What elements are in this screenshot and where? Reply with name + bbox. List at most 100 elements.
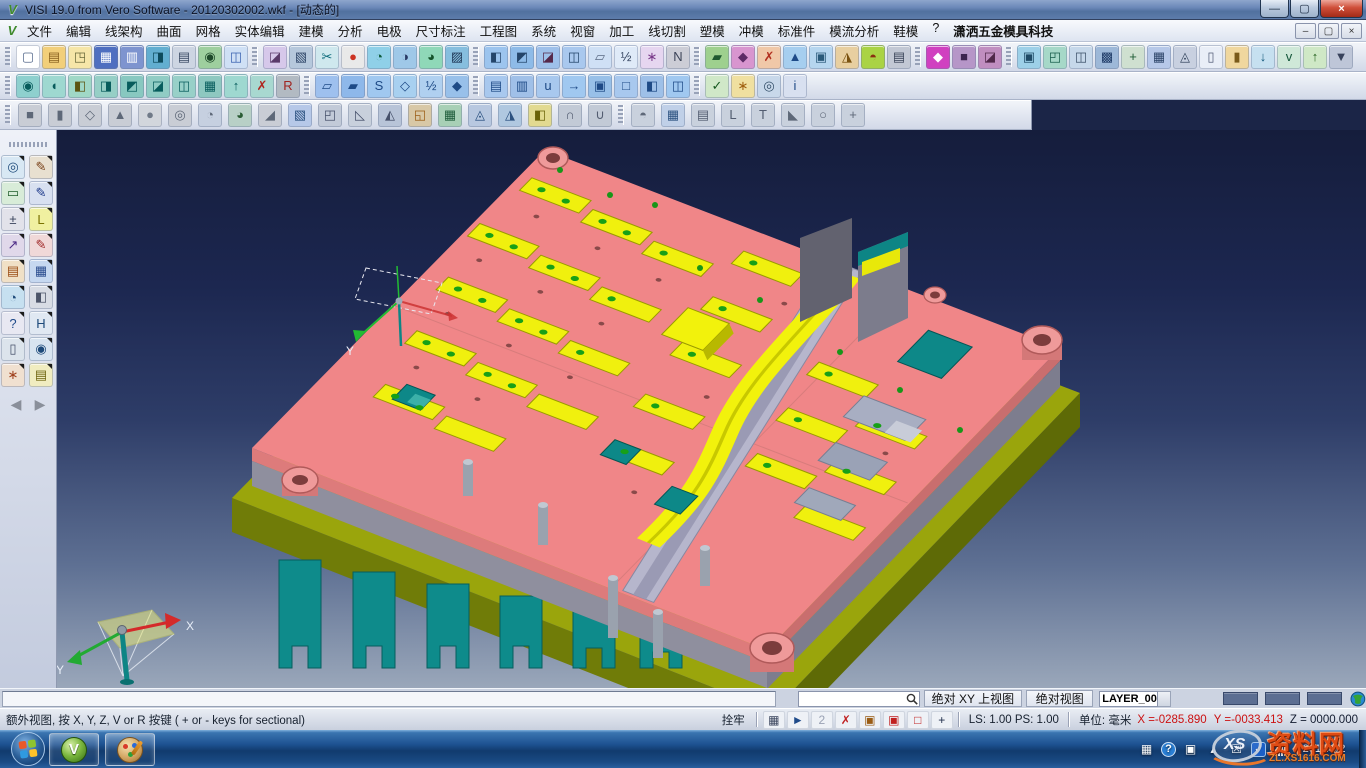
split-surface[interactable]: ◧ (640, 74, 664, 98)
align-solid[interactable]: ◬ (1173, 45, 1197, 69)
shaded-cube[interactable]: ◧ (29, 285, 53, 309)
orange-cube[interactable]: ◱ (408, 103, 432, 127)
mdi-minimize-button[interactable]: – (1295, 23, 1316, 39)
layer-visibility[interactable]: ▨ (445, 45, 469, 69)
menu-item-13[interactable]: 视窗 (563, 19, 602, 42)
render-photo[interactable]: ▣ (809, 45, 833, 69)
transform-solid[interactable]: + (1121, 45, 1145, 69)
drop-entity[interactable]: ↓ (1251, 45, 1275, 69)
menu-item-22[interactable]: 潇洒五金模具科技 (946, 19, 1060, 42)
layer-compare[interactable]: ▤ (887, 45, 911, 69)
ruled-surface[interactable]: ▤ (484, 74, 508, 98)
l-block[interactable]: L (721, 103, 745, 127)
command-input[interactable] (2, 691, 776, 707)
strip-layout[interactable]: ▤ (1, 259, 25, 283)
clock-date[interactable]: 2012/3/2 (1294, 743, 1354, 755)
strip-delete[interactable]: ✗ (757, 45, 781, 69)
search-input[interactable] (799, 693, 905, 705)
menu-item-21[interactable]: ? (925, 19, 946, 42)
mdi-close-button[interactable]: × (1341, 23, 1362, 39)
mesh-nurbs[interactable]: N (666, 45, 690, 69)
taskbar-app-paint[interactable] (105, 733, 155, 766)
lock-toggle[interactable]: 拴牢 (716, 712, 751, 728)
traffic-light[interactable]: ● (341, 45, 365, 69)
grid-block[interactable]: ▦ (661, 103, 685, 127)
prism-primitive[interactable]: ◇ (78, 103, 102, 127)
toolbar-grip[interactable] (5, 47, 11, 67)
toolbar-grip[interactable] (5, 105, 11, 125)
draft-analysis[interactable]: ▲ (783, 45, 807, 69)
menu-item-11[interactable]: 工程图 (473, 19, 525, 42)
curvature-analysis[interactable]: ◆ (731, 45, 755, 69)
color-swatch-3[interactable] (1307, 692, 1342, 705)
viewport-3d[interactable]: Y X Y (57, 130, 1366, 688)
cross-block[interactable]: + (841, 103, 865, 127)
measure-distance[interactable]: H (29, 311, 53, 335)
pyramid-cut[interactable]: ◬ (468, 103, 492, 127)
save-as[interactable]: ▥ (120, 45, 144, 69)
split-solid[interactable]: ◫ (172, 74, 196, 98)
delete-mode[interactable]: ✗ (835, 711, 857, 729)
open-cube[interactable]: ◰ (318, 103, 342, 127)
surface-grid[interactable]: ▦ (29, 259, 53, 283)
restore-button[interactable]: ▢ (1290, 0, 1319, 18)
save-copy[interactable]: ◨ (146, 45, 170, 69)
visibility-cut[interactable]: ✂ (315, 45, 339, 69)
feature-stamp[interactable]: ■ (952, 45, 976, 69)
chamfer-block[interactable]: ◣ (781, 103, 805, 127)
menu-item-2[interactable]: 编辑 (59, 19, 98, 42)
box-delete-mode[interactable]: ▣ (883, 711, 905, 729)
network-status-icon[interactable] (1272, 743, 1288, 756)
shade-edges[interactable]: ◩ (510, 45, 534, 69)
plane-surface[interactable]: ▱ (315, 74, 339, 98)
sweep-surface[interactable]: S (367, 74, 391, 98)
undercut-check[interactable]: ◮ (835, 45, 859, 69)
direction-analysis[interactable]: ▰ (705, 45, 729, 69)
extend-surface[interactable]: → (562, 74, 586, 98)
hole-sphere[interactable]: ◕ (228, 103, 252, 127)
copy-solid[interactable]: ▣ (1017, 45, 1041, 69)
feature-trim[interactable]: ◪ (978, 45, 1002, 69)
paste-clipboard[interactable]: ▮ (1225, 45, 1249, 69)
menu-item-14[interactable]: 加工 (602, 19, 641, 42)
cone-primitive[interactable]: ▲ (108, 103, 132, 127)
view-orientation-select[interactable]: 绝对 XY 上视图 (924, 690, 1023, 707)
surface-info[interactable]: ◎ (757, 74, 781, 98)
grid-snap-toggle[interactable]: ▦ (763, 711, 785, 729)
menu-item-12[interactable]: 系统 (524, 19, 563, 42)
menu-item-6[interactable]: 实体编辑 (228, 19, 292, 42)
toolbar-grip[interactable] (618, 105, 624, 125)
globe-icon[interactable] (1350, 691, 1366, 707)
shade-wireframe[interactable]: ◫ (562, 45, 586, 69)
patch-surface[interactable]: ▣ (588, 74, 612, 98)
surface-report[interactable]: i (783, 74, 807, 98)
untrim-surface[interactable]: □ (614, 74, 638, 98)
menu-item-10[interactable]: 尺寸标注 (409, 19, 473, 42)
new-document[interactable]: ▢ (16, 45, 40, 69)
trim-solid[interactable]: ◪ (146, 74, 170, 98)
fillet-surface[interactable]: u (536, 74, 560, 98)
roof-solid[interactable]: ◭ (378, 103, 402, 127)
layer-dropdown-button[interactable] (1158, 691, 1171, 707)
delete-trash[interactable]: ▯ (1, 337, 25, 361)
status-expand[interactable]: + (931, 711, 953, 729)
paste-solid[interactable]: ◰ (1043, 45, 1067, 69)
cursor-mode[interactable]: ► (787, 711, 809, 729)
dynamic-rotate[interactable]: ◔ (1, 285, 25, 309)
menu-item-17[interactable]: 冲模 (732, 19, 771, 42)
sweep-solid[interactable]: ◮ (498, 103, 522, 127)
mirror-solid[interactable]: ◫ (1069, 45, 1093, 69)
visibility-refresh[interactable]: ◔ (367, 45, 391, 69)
menu-item-18[interactable]: 标准件 (771, 19, 823, 42)
step-block[interactable]: ▤ (691, 103, 715, 127)
drive-surface[interactable]: ▥ (510, 74, 534, 98)
ring-block[interactable]: ○ (811, 103, 835, 127)
freehand-edit[interactable]: ✎ (29, 233, 53, 257)
visi-update-icon[interactable]: ✓ (1251, 742, 1266, 757)
cage-solid[interactable]: ▦ (438, 103, 462, 127)
unshade[interactable]: ▱ (588, 45, 612, 69)
pin-points[interactable]: ∗ (1, 363, 25, 387)
surface-light[interactable]: ∗ (731, 74, 755, 98)
arch-block[interactable]: ∩ (558, 103, 582, 127)
minimize-button[interactable]: — (1260, 0, 1289, 18)
